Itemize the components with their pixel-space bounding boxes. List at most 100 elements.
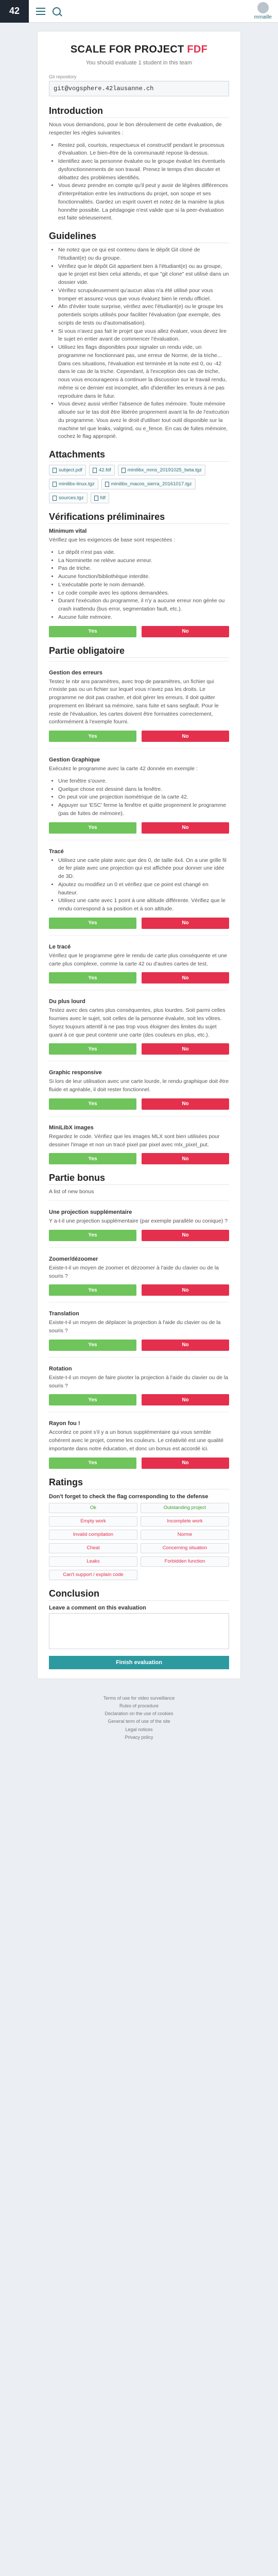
section-text: Testez avec des cartes plus conséquentes… [49,1007,225,1038]
section-title: Translation [49,1311,79,1317]
flag-outstanding[interactable]: Outstanding project [141,1502,229,1513]
attachment-link[interactable]: minilibx_macos_sierra_20161017.tgz [101,479,196,489]
footer-link[interactable]: Declaration on the use of cookies [0,1710,278,1718]
file-icon [53,495,57,501]
list-item: Ne notez que ce qui est contenu dans le … [58,246,229,263]
section-title: Zoomer/dézoomer [49,1256,98,1262]
footer-link[interactable]: Privacy policy [0,1734,278,1741]
flag-ok[interactable]: Ok [49,1502,137,1513]
section-title: Graphic responsive [49,1070,102,1076]
attachment-link[interactable]: sources.tgz [49,493,88,503]
attachment-link[interactable]: fdf [90,493,110,503]
list-item: Le dépôt n'est pas vide. [58,549,229,557]
mandatory-section: Gestion Graphique Exécutez le programme … [49,748,229,834]
list-item: Vous devez prendre en compte qu'il peut … [58,182,229,223]
section-title: Rotation [49,1365,72,1372]
yes-button[interactable]: Yes [49,822,136,834]
no-button[interactable]: No [142,1043,229,1055]
footer-link[interactable]: Terms of use for video surveillance [0,1694,278,1702]
bonus-section: Zoomer/dézoomer Existe-t-il un moyen de … [49,1247,229,1296]
no-button[interactable]: No [142,1457,229,1469]
introduction-text: Nous vous demandons, pour le bon déroule… [49,122,222,136]
flag-empty-work[interactable]: Empty work [49,1516,137,1527]
comment-field[interactable] [49,1613,229,1649]
yes-button[interactable]: Yes [49,731,136,742]
footer-link[interactable]: General term of use of the site [0,1718,278,1725]
finish-evaluation-button[interactable]: Finish evaluation [49,1655,229,1669]
yes-button[interactable]: Yes [49,1153,136,1165]
section-text: Accordez ce point s'il y a un bonus supp… [49,1429,224,1452]
repo-field[interactable]: git@vogsphere.42lausanne.ch [49,81,229,96]
list-item: Le code compile avec les options demandé… [58,589,229,598]
top-bar: 42 mmaille [0,0,278,23]
attachment-link[interactable]: minilibx-linux.tgz [49,479,98,489]
no-button[interactable]: No [142,1394,229,1406]
mandatory-section: Gestion des erreurs Testez le nbr ans pa… [49,660,229,742]
yes-button[interactable]: Yes [49,1229,136,1241]
section-text: Y a-t-il une projection supplémentaire (… [49,1218,228,1224]
list-item: Ajoutez ou modifiez un 0 et vérifiez que… [58,881,229,897]
guidelines-heading: Guidelines [49,231,229,243]
flag-concerning-situation[interactable]: Concerning situation [141,1543,229,1553]
yes-button[interactable]: Yes [49,1457,136,1469]
flag-incomplete-work[interactable]: Incomplete work [141,1516,229,1527]
section-title: Du plus lourd [49,998,85,1005]
no-button[interactable]: No [142,822,229,834]
conclusion-label: Leave a comment on this evaluation [49,1604,146,1611]
flag-invalid-compilation[interactable]: Invalid compilation [49,1529,137,1540]
section-title: Tracé [49,848,64,855]
list-item: Utilisez les flags disponibles pour sign… [58,344,229,400]
list-item: Aucune fuite mémoire. [58,614,229,622]
file-icon [121,467,126,473]
list-item: On peut voir une projection isométrique … [58,793,229,802]
attachment-link[interactable]: subject.pdf [49,465,86,476]
list-item: Vérifiez scrupuleusement qu'aucun alias … [58,287,229,303]
yes-button[interactable]: Yes [49,1043,136,1055]
search-icon[interactable] [53,7,61,15]
section-text: Existe-t-il un moyen de zoomer et dézoom… [49,1264,219,1279]
preliminary-list: Le dépôt n'est pas vide. La Norminette n… [49,549,229,622]
section-title: Gestion Graphique [49,757,100,763]
no-button[interactable]: No [142,1229,229,1241]
section-title: MiniLibX images [49,1124,94,1131]
mandatory-section: Le tracé Vérifiez que le programme gère … [49,935,229,984]
list-item: Vérifiez que le dépôt Git appartient bie… [58,263,229,287]
no-button[interactable]: No [142,1098,229,1110]
flag-leaks[interactable]: Leaks [49,1556,137,1567]
no-button[interactable]: No [142,1339,229,1351]
flag-cheat[interactable]: Cheat [49,1543,137,1553]
flag-cant-support[interactable]: Can't support / explain code [49,1569,137,1580]
no-button[interactable]: No [142,1153,229,1165]
ratings-subheading: Don't forget to check the flag correspon… [49,1493,208,1500]
menu-icon[interactable] [36,7,45,15]
no-button[interactable]: No [142,625,229,637]
yes-button[interactable]: Yes [49,917,136,929]
footer-link[interactable]: Legal notices [0,1726,278,1734]
yes-button[interactable]: Yes [49,625,136,637]
file-icon [53,481,57,487]
yes-button[interactable]: Yes [49,1098,136,1110]
attachment-link[interactable]: 42.fdf [89,465,115,476]
list-item: Identifiez avec la personne évaluée ou l… [58,158,229,182]
yes-button[interactable]: Yes [49,1284,136,1296]
attachment-link[interactable]: minilibx_mms_20191025_beta.tgz [117,465,205,476]
file-icon [92,467,97,473]
preliminary-heading: Vérifications préliminaires [49,512,229,524]
yes-button[interactable]: Yes [49,1339,136,1351]
introduction-list: Restez poli, courtois, respectueux et co… [49,142,229,223]
flag-forbidden-function[interactable]: Forbidden function [141,1556,229,1567]
no-button[interactable]: No [142,731,229,742]
repo-label: Git repository [49,74,77,79]
yes-button[interactable]: Yes [49,972,136,984]
yes-button[interactable]: Yes [49,1394,136,1406]
list-item: L'exécutable porte le nom demandé. [58,581,229,589]
footer-link[interactable]: Rules of procedure [0,1702,278,1710]
no-button[interactable]: No [142,972,229,984]
section-title: Gestion des erreurs [49,669,102,676]
logo[interactable]: 42 [0,0,29,23]
no-button[interactable]: No [142,917,229,929]
section-text: Si lors de leur utilisation avec une car… [49,1078,229,1093]
no-button[interactable]: No [142,1284,229,1296]
flag-norme[interactable]: Norme [141,1529,229,1540]
user-menu[interactable]: mmaille [254,2,272,20]
